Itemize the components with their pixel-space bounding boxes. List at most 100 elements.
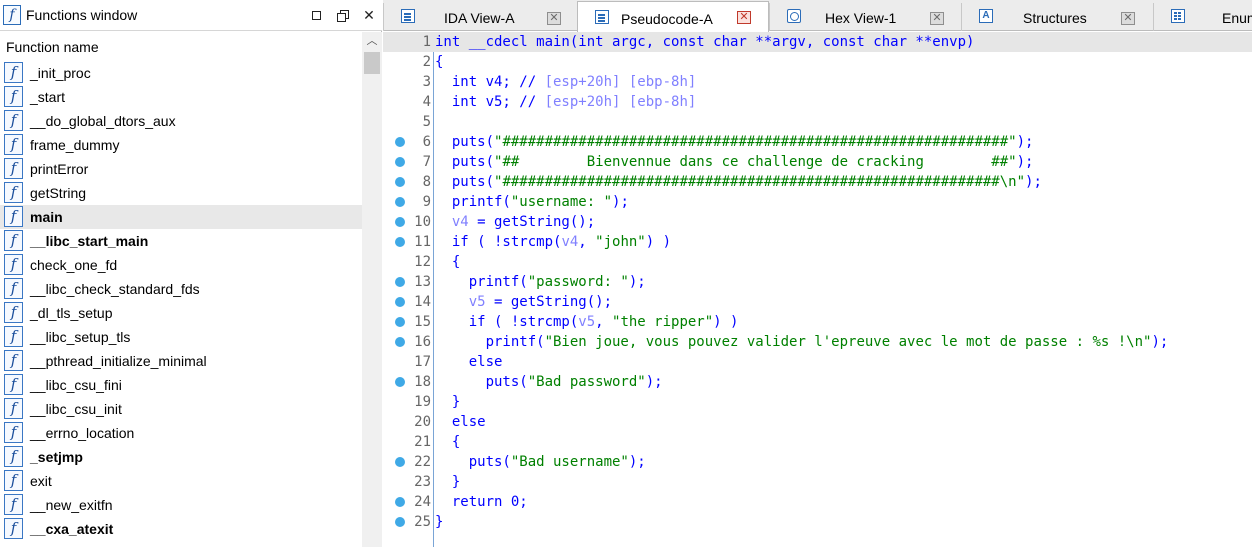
code-line[interactable]: 4 int v5; // [esp+20h] [ebp-8h] [383, 92, 1252, 112]
breakpoint-dot-icon[interactable] [395, 277, 405, 287]
code-line[interactable]: 12 { [383, 252, 1252, 272]
tab-structures[interactable]: A Structures ✕ [961, 3, 1153, 31]
function-icon: f [4, 230, 23, 251]
breakpoint-dot-icon[interactable] [395, 517, 405, 527]
pseudocode-view[interactable]: 1 int __cdecl main(int argc, const char *… [383, 32, 1252, 547]
function-list: f _init_proc f _start f __do_global_dtors_aux… [0, 61, 362, 547]
function-list-item[interactable]: f __pthread_initialize_minimal [0, 349, 362, 373]
variable-token[interactable]: v4 [561, 234, 578, 250]
code-line[interactable]: 16 printf("Bien joue, vous pouvez valide… [383, 332, 1252, 352]
document-icon [595, 10, 609, 24]
close-tab-icon[interactable]: ✕ [547, 12, 561, 25]
function-list-item[interactable]: f __new_exitfn [0, 493, 362, 517]
breakpoint-dot-icon[interactable] [395, 497, 405, 507]
code-line[interactable]: 23 } [383, 472, 1252, 492]
code-line[interactable]: 13 printf("password: "); [383, 272, 1252, 292]
code-line[interactable]: 24 return 0; [383, 492, 1252, 512]
code-text: puts("##################################… [435, 132, 1034, 152]
breakpoint-dot-icon[interactable] [395, 317, 405, 327]
function-list-item[interactable]: f __libc_csu_fini [0, 373, 362, 397]
code-text: puts("Bad password"); [435, 372, 663, 392]
code-line[interactable]: 14 v5 = getString(); [383, 292, 1252, 312]
code-text: return 0; [435, 492, 528, 512]
function-list-item[interactable]: f __libc_check_standard_fds [0, 277, 362, 301]
tab-pseudocode-a[interactable]: Pseudocode-A ✕ [577, 1, 769, 32]
variable-token[interactable]: v5 [469, 294, 486, 310]
maximize-icon[interactable] [307, 6, 325, 24]
close-tab-icon[interactable]: ✕ [1121, 12, 1135, 25]
function-list-scrollbar[interactable]: ︿ [362, 32, 382, 547]
code-line[interactable]: 9 printf("username: "); [383, 192, 1252, 212]
function-list-item[interactable]: f _dl_tls_setup [0, 301, 362, 325]
breakpoint-dot-icon[interactable] [395, 377, 405, 387]
function-list-item[interactable]: f _init_proc [0, 61, 362, 85]
code-line[interactable]: 2{ [383, 52, 1252, 72]
tab-enums[interactable]: Enum [1153, 3, 1252, 31]
function-list-item[interactable]: f __do_global_dtors_aux [0, 109, 362, 133]
function-list-item[interactable]: f __errno_location [0, 421, 362, 445]
breakpoint-dot-icon[interactable] [395, 457, 405, 467]
code-text: } [435, 512, 443, 532]
variable-token[interactable]: v4 [452, 214, 469, 230]
close-icon[interactable]: ✕ [360, 6, 378, 24]
code-token: = getString(); [468, 214, 596, 230]
code-token: { [435, 254, 461, 270]
breakpoint-dot-icon[interactable] [395, 217, 405, 227]
function-name: __cxa_atexit [30, 521, 114, 537]
breakpoint-dot-icon[interactable] [395, 177, 405, 187]
code-line[interactable]: 20 else [383, 412, 1252, 432]
code-line[interactable]: 17 else [383, 352, 1252, 372]
function-list-item[interactable]: f exit [0, 469, 362, 493]
function-name: __libc_csu_fini [30, 377, 122, 393]
scroll-up-arrow-icon[interactable]: ︿ [362, 32, 382, 50]
function-list-item[interactable]: f _setjmp [0, 445, 362, 469]
line-number: 10 [414, 214, 431, 230]
code-line[interactable]: 22 puts("Bad username"); [383, 452, 1252, 472]
code-line[interactable]: 8 puts("################################… [383, 172, 1252, 192]
function-list-item[interactable]: f __libc_setup_tls [0, 325, 362, 349]
function-name: __libc_setup_tls [30, 329, 131, 345]
code-line[interactable]: 15 if ( !strcmp(v5, "the ripper") ) [383, 312, 1252, 332]
function-list-item[interactable]: f getString [0, 181, 362, 205]
code-text: v5 = getString(); [435, 292, 612, 312]
breakpoint-dot-icon[interactable] [395, 157, 405, 167]
variable-token[interactable]: v5 [578, 314, 595, 330]
function-list-item[interactable]: f check_one_fd [0, 253, 362, 277]
code-token: puts( [435, 134, 495, 150]
close-tab-icon[interactable]: ✕ [930, 12, 944, 25]
breakpoint-dot-icon[interactable] [395, 197, 405, 207]
breakpoint-dot-icon[interactable] [395, 297, 405, 307]
breakpoint-dot-icon[interactable] [395, 237, 405, 247]
functions-window-titlebar[interactable]: f Functions window ✕ [0, 0, 382, 31]
code-line[interactable]: 1 int __cdecl main(int argc, const char *… [383, 32, 1252, 52]
code-line[interactable]: 5 [383, 112, 1252, 132]
function-list-item[interactable]: f frame_dummy [0, 133, 362, 157]
tab-hex-view-1[interactable]: Hex View-1 ✕ [769, 3, 961, 31]
code-line[interactable]: 11 if ( !strcmp(v4, "john") ) [383, 232, 1252, 252]
code-line[interactable]: 3 int v4; // [esp+20h] [ebp-8h] [383, 72, 1252, 92]
restore-icon[interactable] [333, 6, 351, 24]
breakpoint-dot-icon[interactable] [395, 337, 405, 347]
function-list-item[interactable]: f __cxa_atexit [0, 517, 362, 541]
code-line[interactable]: 7 puts("## Bienvennue dans ce challenge … [383, 152, 1252, 172]
code-token: puts( [435, 154, 495, 170]
function-list-item[interactable]: f __libc_csu_init [0, 397, 362, 421]
code-line[interactable]: 21 { [383, 432, 1252, 452]
function-list-item[interactable]: f _start [0, 85, 362, 109]
tab-ida-view-a[interactable]: IDA View-A ✕ [383, 3, 577, 31]
line-number: 18 [414, 374, 431, 390]
function-list-item[interactable]: f main [0, 205, 362, 229]
breakpoint-dot-icon[interactable] [395, 137, 405, 147]
code-line[interactable]: 25} [383, 512, 1252, 532]
function-name-column-header[interactable]: Function name [0, 32, 362, 60]
close-tab-icon[interactable]: ✕ [737, 11, 751, 24]
code-line[interactable]: 10 v4 = getString(); [383, 212, 1252, 232]
line-number: 22 [414, 454, 431, 470]
code-line[interactable]: 19 } [383, 392, 1252, 412]
function-list-item[interactable]: f printError [0, 157, 362, 181]
code-line[interactable]: 6 puts("################################… [383, 132, 1252, 152]
view-tab-bar: IDA View-A ✕ Pseudocode-A ✕ Hex View-1 ✕… [383, 0, 1252, 32]
function-list-item[interactable]: f __libc_start_main [0, 229, 362, 253]
scrollbar-thumb[interactable] [364, 52, 380, 74]
code-line[interactable]: 18 puts("Bad password"); [383, 372, 1252, 392]
